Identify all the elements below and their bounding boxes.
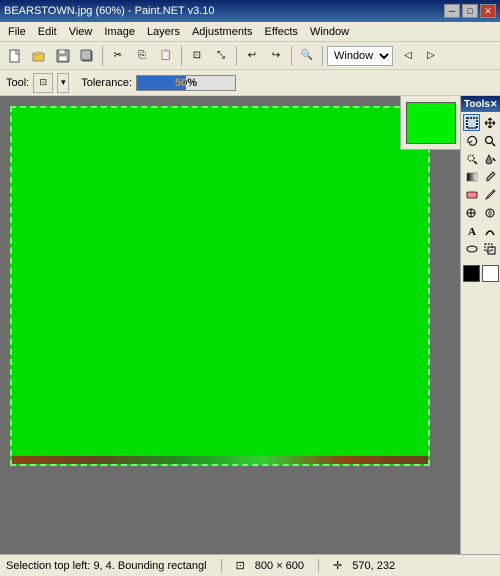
cut-button[interactable]: ✂ bbox=[107, 45, 129, 67]
status-bar: Selection top left: 9, 4. Bounding recta… bbox=[0, 554, 500, 576]
tool-zoom[interactable] bbox=[481, 132, 498, 149]
menu-image[interactable]: Image bbox=[98, 24, 141, 40]
tool-clone-stamp[interactable] bbox=[463, 204, 480, 221]
tool-dropdown-btn[interactable]: ▾ bbox=[57, 73, 69, 93]
size-icon: ⊡ bbox=[236, 559, 245, 572]
status-size: 800 × 600 bbox=[255, 560, 304, 572]
tool-magic-wand[interactable] bbox=[463, 150, 480, 167]
menu-edit[interactable]: Edit bbox=[32, 24, 63, 40]
image-canvas bbox=[10, 106, 430, 466]
save-button[interactable] bbox=[52, 45, 74, 67]
tool-lasso[interactable] bbox=[463, 132, 480, 149]
menu-window[interactable]: Window bbox=[304, 24, 355, 40]
color-row bbox=[463, 265, 499, 282]
toolbar-sep-1 bbox=[102, 46, 103, 66]
tolerance-bar[interactable]: 50% bbox=[136, 75, 236, 91]
paste-button[interactable]: 📋 bbox=[155, 45, 177, 67]
menu-layers[interactable]: Layers bbox=[141, 24, 186, 40]
tolerance-label: Tolerance: bbox=[81, 77, 132, 89]
canvas-area[interactable] bbox=[0, 96, 500, 554]
tool-eraser[interactable] bbox=[463, 186, 480, 203]
title-text: BEARSTOWN.jpg (60%) - Paint.NET v3.10 bbox=[4, 5, 215, 17]
tools-grid: A bbox=[461, 112, 500, 259]
redo-button[interactable]: ↪ bbox=[265, 45, 287, 67]
title-buttons: ─ □ ✕ bbox=[444, 4, 496, 18]
new-button[interactable] bbox=[4, 45, 26, 67]
tool-pencil[interactable] bbox=[481, 186, 498, 203]
thumbnail-panel bbox=[400, 96, 460, 150]
coords-icon: ✛ bbox=[333, 559, 342, 572]
undo-button[interactable]: ↩ bbox=[241, 45, 263, 67]
tool-move[interactable] bbox=[481, 114, 498, 131]
toolbar-sep-2 bbox=[181, 46, 182, 66]
toolbar-extra-1[interactable]: ◁ bbox=[397, 45, 419, 67]
menu-adjustments[interactable]: Adjustments bbox=[186, 24, 259, 40]
tool-paintbrush[interactable] bbox=[481, 168, 498, 185]
title-bar: BEARSTOWN.jpg (60%) - Paint.NET v3.10 ─ … bbox=[0, 0, 500, 22]
tool-paint-bucket[interactable] bbox=[481, 150, 498, 167]
main-area: Tools ✕ bbox=[0, 96, 500, 554]
menu-view[interactable]: View bbox=[63, 24, 99, 40]
tool-rectangle-select[interactable] bbox=[463, 114, 480, 131]
status-sep-2 bbox=[318, 559, 319, 573]
toolbar-sep-4 bbox=[291, 46, 292, 66]
status-selection-info: Selection top left: 9, 4. Bounding recta… bbox=[6, 560, 207, 572]
tool-options-bar: Tool: ⊡ ▾ Tolerance: 50% bbox=[0, 70, 500, 96]
save-all-button[interactable] bbox=[76, 45, 98, 67]
color-boxes bbox=[461, 263, 500, 284]
menu-file[interactable]: File bbox=[2, 24, 32, 40]
open-button[interactable] bbox=[28, 45, 50, 67]
crop-button[interactable]: ⊡ bbox=[186, 45, 208, 67]
tools-panel-close[interactable]: ✕ bbox=[490, 99, 498, 110]
secondary-color-box[interactable] bbox=[482, 265, 499, 282]
window-dropdown[interactable]: Window Auto bbox=[327, 46, 393, 66]
tolerance-value: 50% bbox=[137, 76, 235, 90]
tool-line-curve[interactable] bbox=[481, 222, 498, 239]
toolbar: ✂ ⎘ 📋 ⊡ ⤡ ↩ ↪ 🔍 Window Auto ◁ ▷ bbox=[0, 42, 500, 70]
menu-effects[interactable]: Effects bbox=[259, 24, 304, 40]
tools-panel: Tools ✕ bbox=[460, 96, 500, 554]
copy-button[interactable]: ⎘ bbox=[131, 45, 153, 67]
tool-gradient[interactable] bbox=[463, 168, 480, 185]
toolbar-extra-2[interactable]: ▷ bbox=[420, 45, 442, 67]
status-sep-1 bbox=[221, 559, 222, 573]
tool-shapes[interactable] bbox=[463, 240, 480, 257]
zoom-button[interactable]: 🔍 bbox=[296, 45, 318, 67]
status-coords: 570, 232 bbox=[352, 560, 395, 572]
current-tool-btn[interactable]: ⊡ bbox=[33, 73, 53, 93]
tool-recolor[interactable] bbox=[481, 204, 498, 221]
toolbar-sep-3 bbox=[236, 46, 237, 66]
tools-panel-header: Tools ✕ bbox=[461, 96, 500, 112]
thumbnail-image bbox=[406, 102, 456, 144]
minimize-button[interactable]: ─ bbox=[444, 4, 460, 18]
primary-color-box[interactable] bbox=[463, 265, 480, 282]
svg-text:A: A bbox=[468, 226, 476, 237]
toolbar-sep-5 bbox=[322, 46, 323, 66]
close-button[interactable]: ✕ bbox=[480, 4, 496, 18]
resize-button[interactable]: ⤡ bbox=[210, 45, 232, 67]
tool-text[interactable]: A bbox=[463, 222, 480, 239]
tool-label: Tool: bbox=[6, 77, 29, 89]
menu-bar: File Edit View Image Layers Adjustments … bbox=[0, 22, 500, 42]
tools-panel-title: Tools bbox=[464, 99, 490, 110]
tool-selection-mod[interactable] bbox=[481, 240, 498, 257]
maximize-button[interactable]: □ bbox=[462, 4, 478, 18]
